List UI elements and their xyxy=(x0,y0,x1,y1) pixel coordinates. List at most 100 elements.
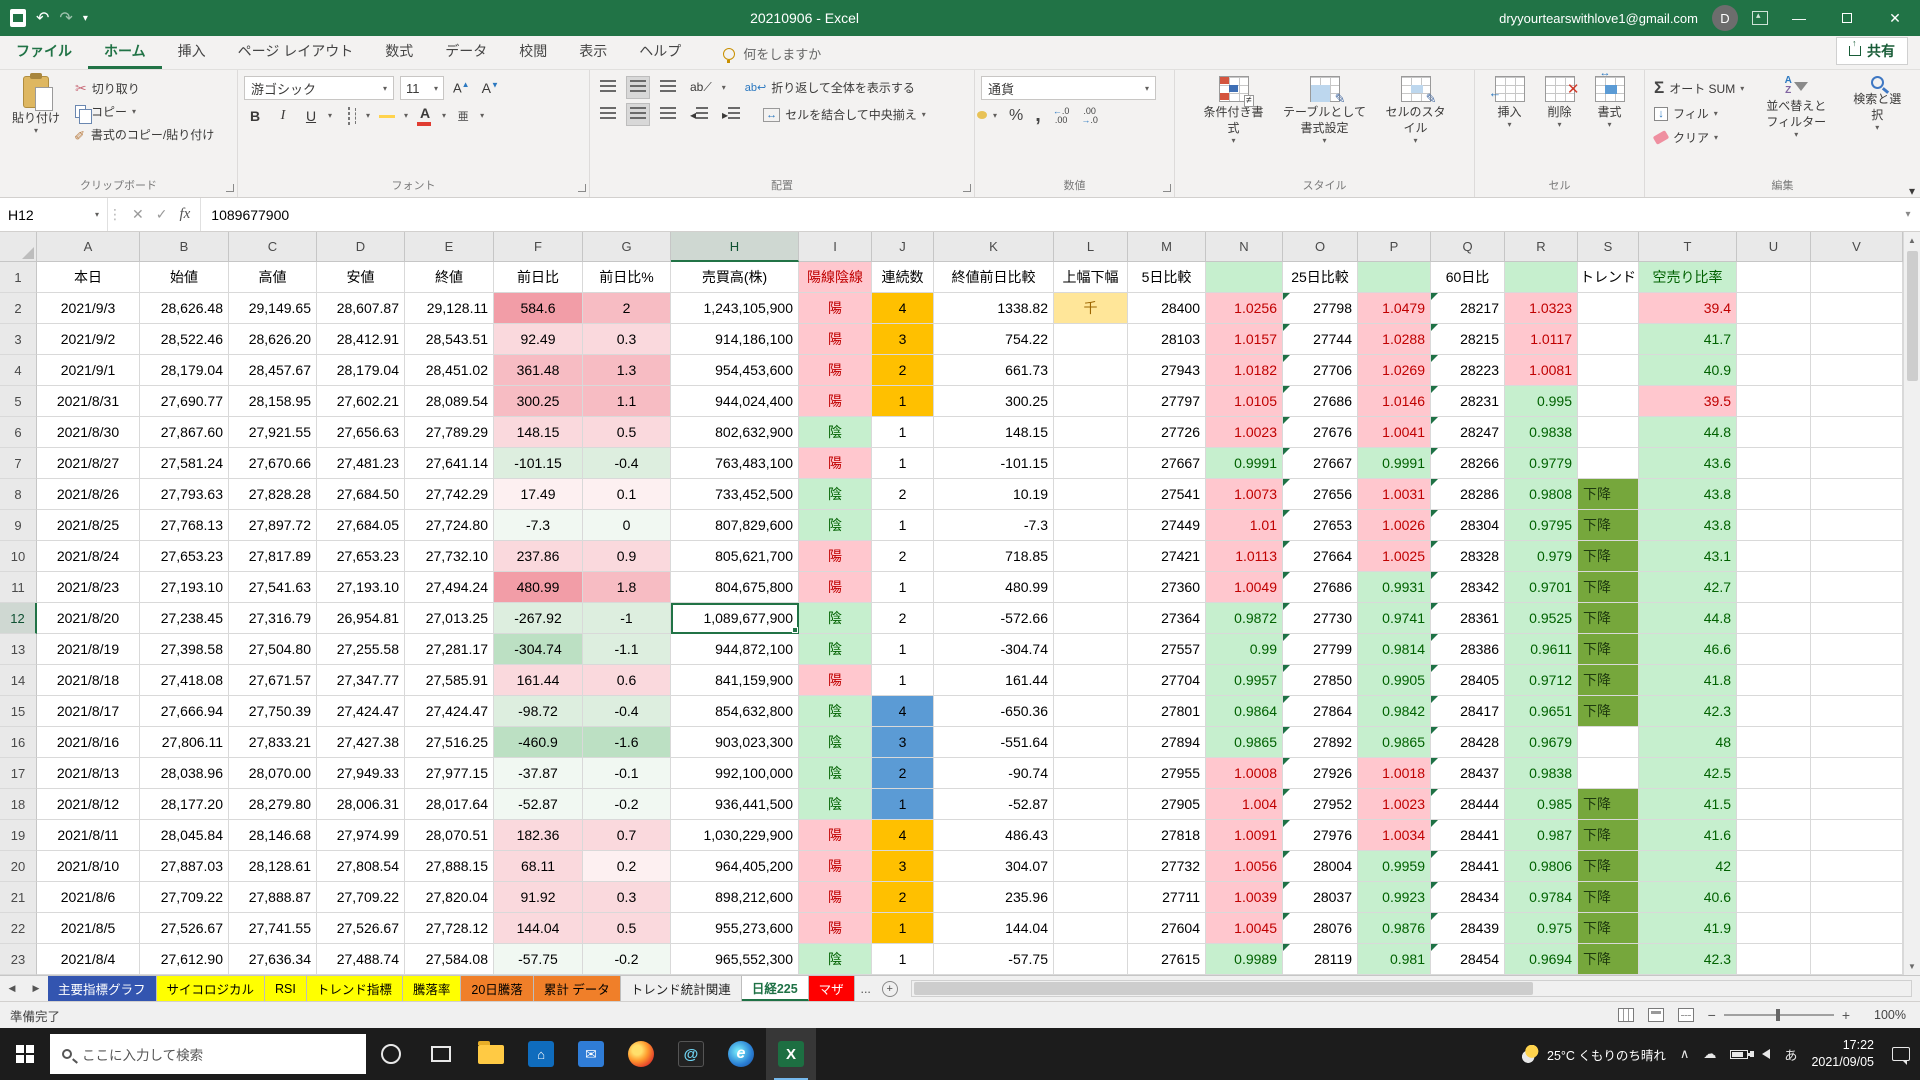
cell-J23[interactable]: 1 xyxy=(872,944,934,975)
ribbon-tab-file[interactable]: ファイル xyxy=(0,35,88,69)
cell-K3[interactable]: 754.22 xyxy=(934,324,1054,355)
cell-R19[interactable]: 0.987 xyxy=(1505,820,1578,851)
cell-G14[interactable]: 0.6 xyxy=(583,665,671,696)
cell-V9[interactable] xyxy=(1811,510,1903,541)
cell-S23[interactable]: 下降 xyxy=(1578,944,1639,975)
cell-V14[interactable] xyxy=(1811,665,1903,696)
cell-S16[interactable] xyxy=(1578,727,1639,758)
cell-H7[interactable]: 763,483,100 xyxy=(671,448,799,479)
cell-J20[interactable]: 3 xyxy=(872,851,934,882)
cell-J7[interactable]: 1 xyxy=(872,448,934,479)
cell-G15[interactable]: -0.4 xyxy=(583,696,671,727)
align-bottom-button[interactable] xyxy=(656,76,680,99)
cell-Q10[interactable]: 28328 xyxy=(1431,541,1505,572)
cell-F20[interactable]: 68.11 xyxy=(494,851,583,882)
cell-K19[interactable]: 486.43 xyxy=(934,820,1054,851)
cell-H18[interactable]: 936,441,500 xyxy=(671,789,799,820)
cell-T9[interactable]: 43.8 xyxy=(1639,510,1737,541)
increase-indent-button[interactable]: ▸ xyxy=(718,103,744,126)
cell-D2[interactable]: 28,607.87 xyxy=(317,293,405,324)
cell-U13[interactable] xyxy=(1737,634,1811,665)
cell-I4[interactable]: 陽 xyxy=(799,355,872,386)
cell-I16[interactable]: 陰 xyxy=(799,727,872,758)
cell-A4[interactable]: 2021/9/1 xyxy=(37,355,140,386)
cell-J13[interactable]: 1 xyxy=(872,634,934,665)
cell-N11[interactable]: 1.0049 xyxy=(1206,572,1283,603)
taskbar-app-cortana[interactable] xyxy=(366,1028,416,1080)
insert-function-button[interactable]: fx xyxy=(179,206,190,223)
cell-F18[interactable]: -52.87 xyxy=(494,789,583,820)
cell-L14[interactable] xyxy=(1054,665,1128,696)
cell-B3[interactable]: 28,522.46 xyxy=(140,324,229,355)
cell-E20[interactable]: 27,888.15 xyxy=(405,851,494,882)
cell-D11[interactable]: 27,193.10 xyxy=(317,572,405,603)
cell-G10[interactable]: 0.9 xyxy=(583,541,671,572)
cell-J16[interactable]: 3 xyxy=(872,727,934,758)
cell-R18[interactable]: 0.985 xyxy=(1505,789,1578,820)
insert-cells-button[interactable]: ← 挿入▾ xyxy=(1489,74,1531,132)
cell-M6[interactable]: 27726 xyxy=(1128,417,1206,448)
cell-U1[interactable] xyxy=(1737,262,1811,293)
cell-N14[interactable]: 0.9957 xyxy=(1206,665,1283,696)
cell-M16[interactable]: 27894 xyxy=(1128,727,1206,758)
cell-G22[interactable]: 0.5 xyxy=(583,913,671,944)
cell-K10[interactable]: 718.85 xyxy=(934,541,1054,572)
fill-color-button[interactable] xyxy=(376,113,398,119)
cell-T8[interactable]: 43.8 xyxy=(1639,479,1737,510)
cell-Q8[interactable]: 28286 xyxy=(1431,479,1505,510)
cell-I1[interactable]: 陽線陰線 xyxy=(799,262,872,293)
cell-Q20[interactable]: 28441 xyxy=(1431,851,1505,882)
cell-A22[interactable]: 2021/8/5 xyxy=(37,913,140,944)
account-email[interactable]: dryyourtearswithlove1@gmail.com xyxy=(1499,11,1698,26)
cell-D19[interactable]: 27,974.99 xyxy=(317,820,405,851)
cell-G19[interactable]: 0.7 xyxy=(583,820,671,851)
cell-L5[interactable] xyxy=(1054,386,1128,417)
cell-I11[interactable]: 陽 xyxy=(799,572,872,603)
cell-N4[interactable]: 1.0182 xyxy=(1206,355,1283,386)
column-header-B[interactable]: B xyxy=(140,232,229,262)
cell-E9[interactable]: 27,724.80 xyxy=(405,510,494,541)
ribbon-tab-insert[interactable]: 挿入 xyxy=(162,35,222,69)
sheet-tab-trend-stats[interactable]: トレンド統計関連 xyxy=(621,976,742,1001)
cell-G9[interactable]: 0 xyxy=(583,510,671,541)
cell-I22[interactable]: 陽 xyxy=(799,913,872,944)
column-header-R[interactable]: R xyxy=(1505,232,1578,262)
cell-P22[interactable]: 0.9876 xyxy=(1358,913,1431,944)
cell-H23[interactable]: 965,552,300 xyxy=(671,944,799,975)
cell-N8[interactable]: 1.0073 xyxy=(1206,479,1283,510)
cell-L7[interactable] xyxy=(1054,448,1128,479)
cell-C11[interactable]: 27,541.63 xyxy=(229,572,317,603)
cell-Q13[interactable]: 28386 xyxy=(1431,634,1505,665)
cell-G2[interactable]: 2 xyxy=(583,293,671,324)
cell-S21[interactable]: 下降 xyxy=(1578,882,1639,913)
row-header-23[interactable]: 23 xyxy=(0,944,37,975)
ribbon-tab-formulas[interactable]: 数式 xyxy=(369,35,429,69)
cell-J17[interactable]: 2 xyxy=(872,758,934,789)
cell-K15[interactable]: -650.36 xyxy=(934,696,1054,727)
cell-F23[interactable]: -57.75 xyxy=(494,944,583,975)
cell-T21[interactable]: 40.6 xyxy=(1639,882,1737,913)
cell-C21[interactable]: 27,888.87 xyxy=(229,882,317,913)
cell-F14[interactable]: 161.44 xyxy=(494,665,583,696)
cell-U3[interactable] xyxy=(1737,324,1811,355)
cell-O17[interactable]: 27926 xyxy=(1283,758,1358,789)
cell-T1[interactable]: 空売り比率 xyxy=(1639,262,1737,293)
cell-D14[interactable]: 27,347.77 xyxy=(317,665,405,696)
cell-V12[interactable] xyxy=(1811,603,1903,634)
page-break-view-icon[interactable] xyxy=(1678,1008,1694,1022)
confirm-entry-button[interactable]: ✓ xyxy=(156,206,168,223)
cell-E23[interactable]: 27,584.08 xyxy=(405,944,494,975)
cell-A1[interactable]: 本日 xyxy=(37,262,140,293)
cell-P21[interactable]: 0.9923 xyxy=(1358,882,1431,913)
taskbar-app-file-explorer[interactable] xyxy=(466,1028,516,1080)
cell-E13[interactable]: 27,281.17 xyxy=(405,634,494,665)
cell-P8[interactable]: 1.0031 xyxy=(1358,479,1431,510)
cell-C16[interactable]: 27,833.21 xyxy=(229,727,317,758)
cell-D9[interactable]: 27,684.05 xyxy=(317,510,405,541)
decrease-font-button[interactable]: A▼ xyxy=(479,79,502,97)
cell-A10[interactable]: 2021/8/24 xyxy=(37,541,140,572)
cell-Q1[interactable]: 60日比 xyxy=(1431,262,1505,293)
cell-O8[interactable]: 27656 xyxy=(1283,479,1358,510)
cell-J6[interactable]: 1 xyxy=(872,417,934,448)
cell-M9[interactable]: 27449 xyxy=(1128,510,1206,541)
